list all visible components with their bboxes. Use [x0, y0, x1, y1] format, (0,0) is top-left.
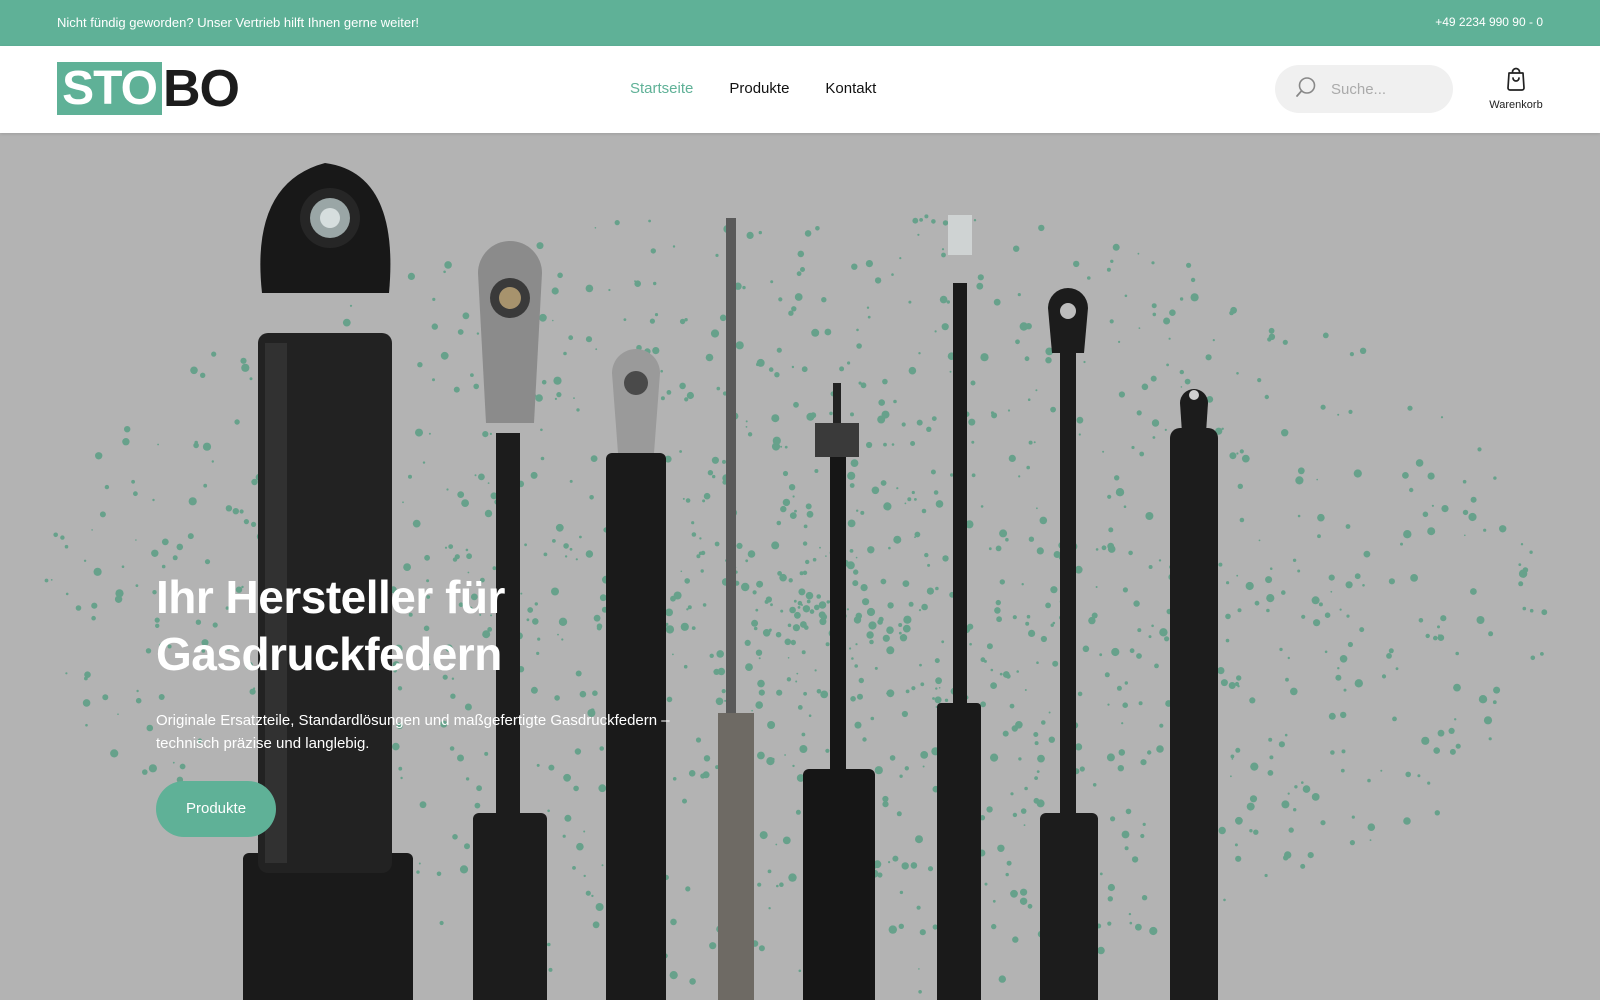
hero-title-line-2: Gasdruckfedern: [156, 628, 502, 680]
search-input[interactable]: [1331, 80, 1441, 98]
nav-item-produkte[interactable]: Produkte: [729, 80, 789, 97]
search-icon[interactable]: [1295, 76, 1317, 103]
gas-springs-image: [44, 163, 1548, 1000]
hero-subtitle: Originale Ersatzteile, Standardlösungen …: [156, 712, 670, 752]
cart-label: Warenkorb: [1489, 99, 1543, 111]
gas-spring-4: [718, 218, 754, 1000]
phone-number[interactable]: +49 2234 990 90 - 0: [1435, 15, 1543, 29]
gas-spring-6: [937, 215, 981, 1000]
hero-title: Ihr Hersteller für Gasdruckfedern: [156, 569, 716, 683]
shopping-bag-icon: [1505, 67, 1527, 95]
gas-spring-7: [1040, 288, 1098, 1000]
hero-text-block: Ihr Hersteller für Gasdruckfedern Origin…: [156, 569, 716, 837]
nav-item-startseite[interactable]: Startseite: [630, 80, 693, 97]
cart-button[interactable]: Warenkorb: [1488, 67, 1544, 111]
products-button[interactable]: Produkte: [156, 781, 277, 837]
logo-rest-text: BO: [163, 59, 240, 118]
nav-item-kontakt[interactable]: Kontakt: [825, 80, 876, 97]
hero-title-line-1: Ihr Hersteller für: [156, 571, 505, 623]
sales-help-message: Nicht fündig geworden? Unser Vertrieb hi…: [57, 15, 420, 30]
logo-accent-box: STO: [57, 62, 162, 115]
search-box[interactable]: [1275, 65, 1453, 113]
main-navigation: Startseite Produkte Kontakt: [630, 80, 876, 97]
stobo-logo[interactable]: STO BO: [57, 59, 240, 118]
top-info-bar: Nicht fündig geworden? Unser Vertrieb hi…: [0, 0, 1600, 46]
gas-spring-5: [803, 383, 875, 1000]
site-header: STO BO Startseite Produkte Kontakt Waren…: [0, 46, 1600, 133]
gas-spring-8: [1170, 389, 1218, 1000]
logo-accent-text: STO: [62, 61, 158, 115]
hero-banner: Ihr Hersteller für Gasdruckfedern Origin…: [0, 133, 1600, 1000]
